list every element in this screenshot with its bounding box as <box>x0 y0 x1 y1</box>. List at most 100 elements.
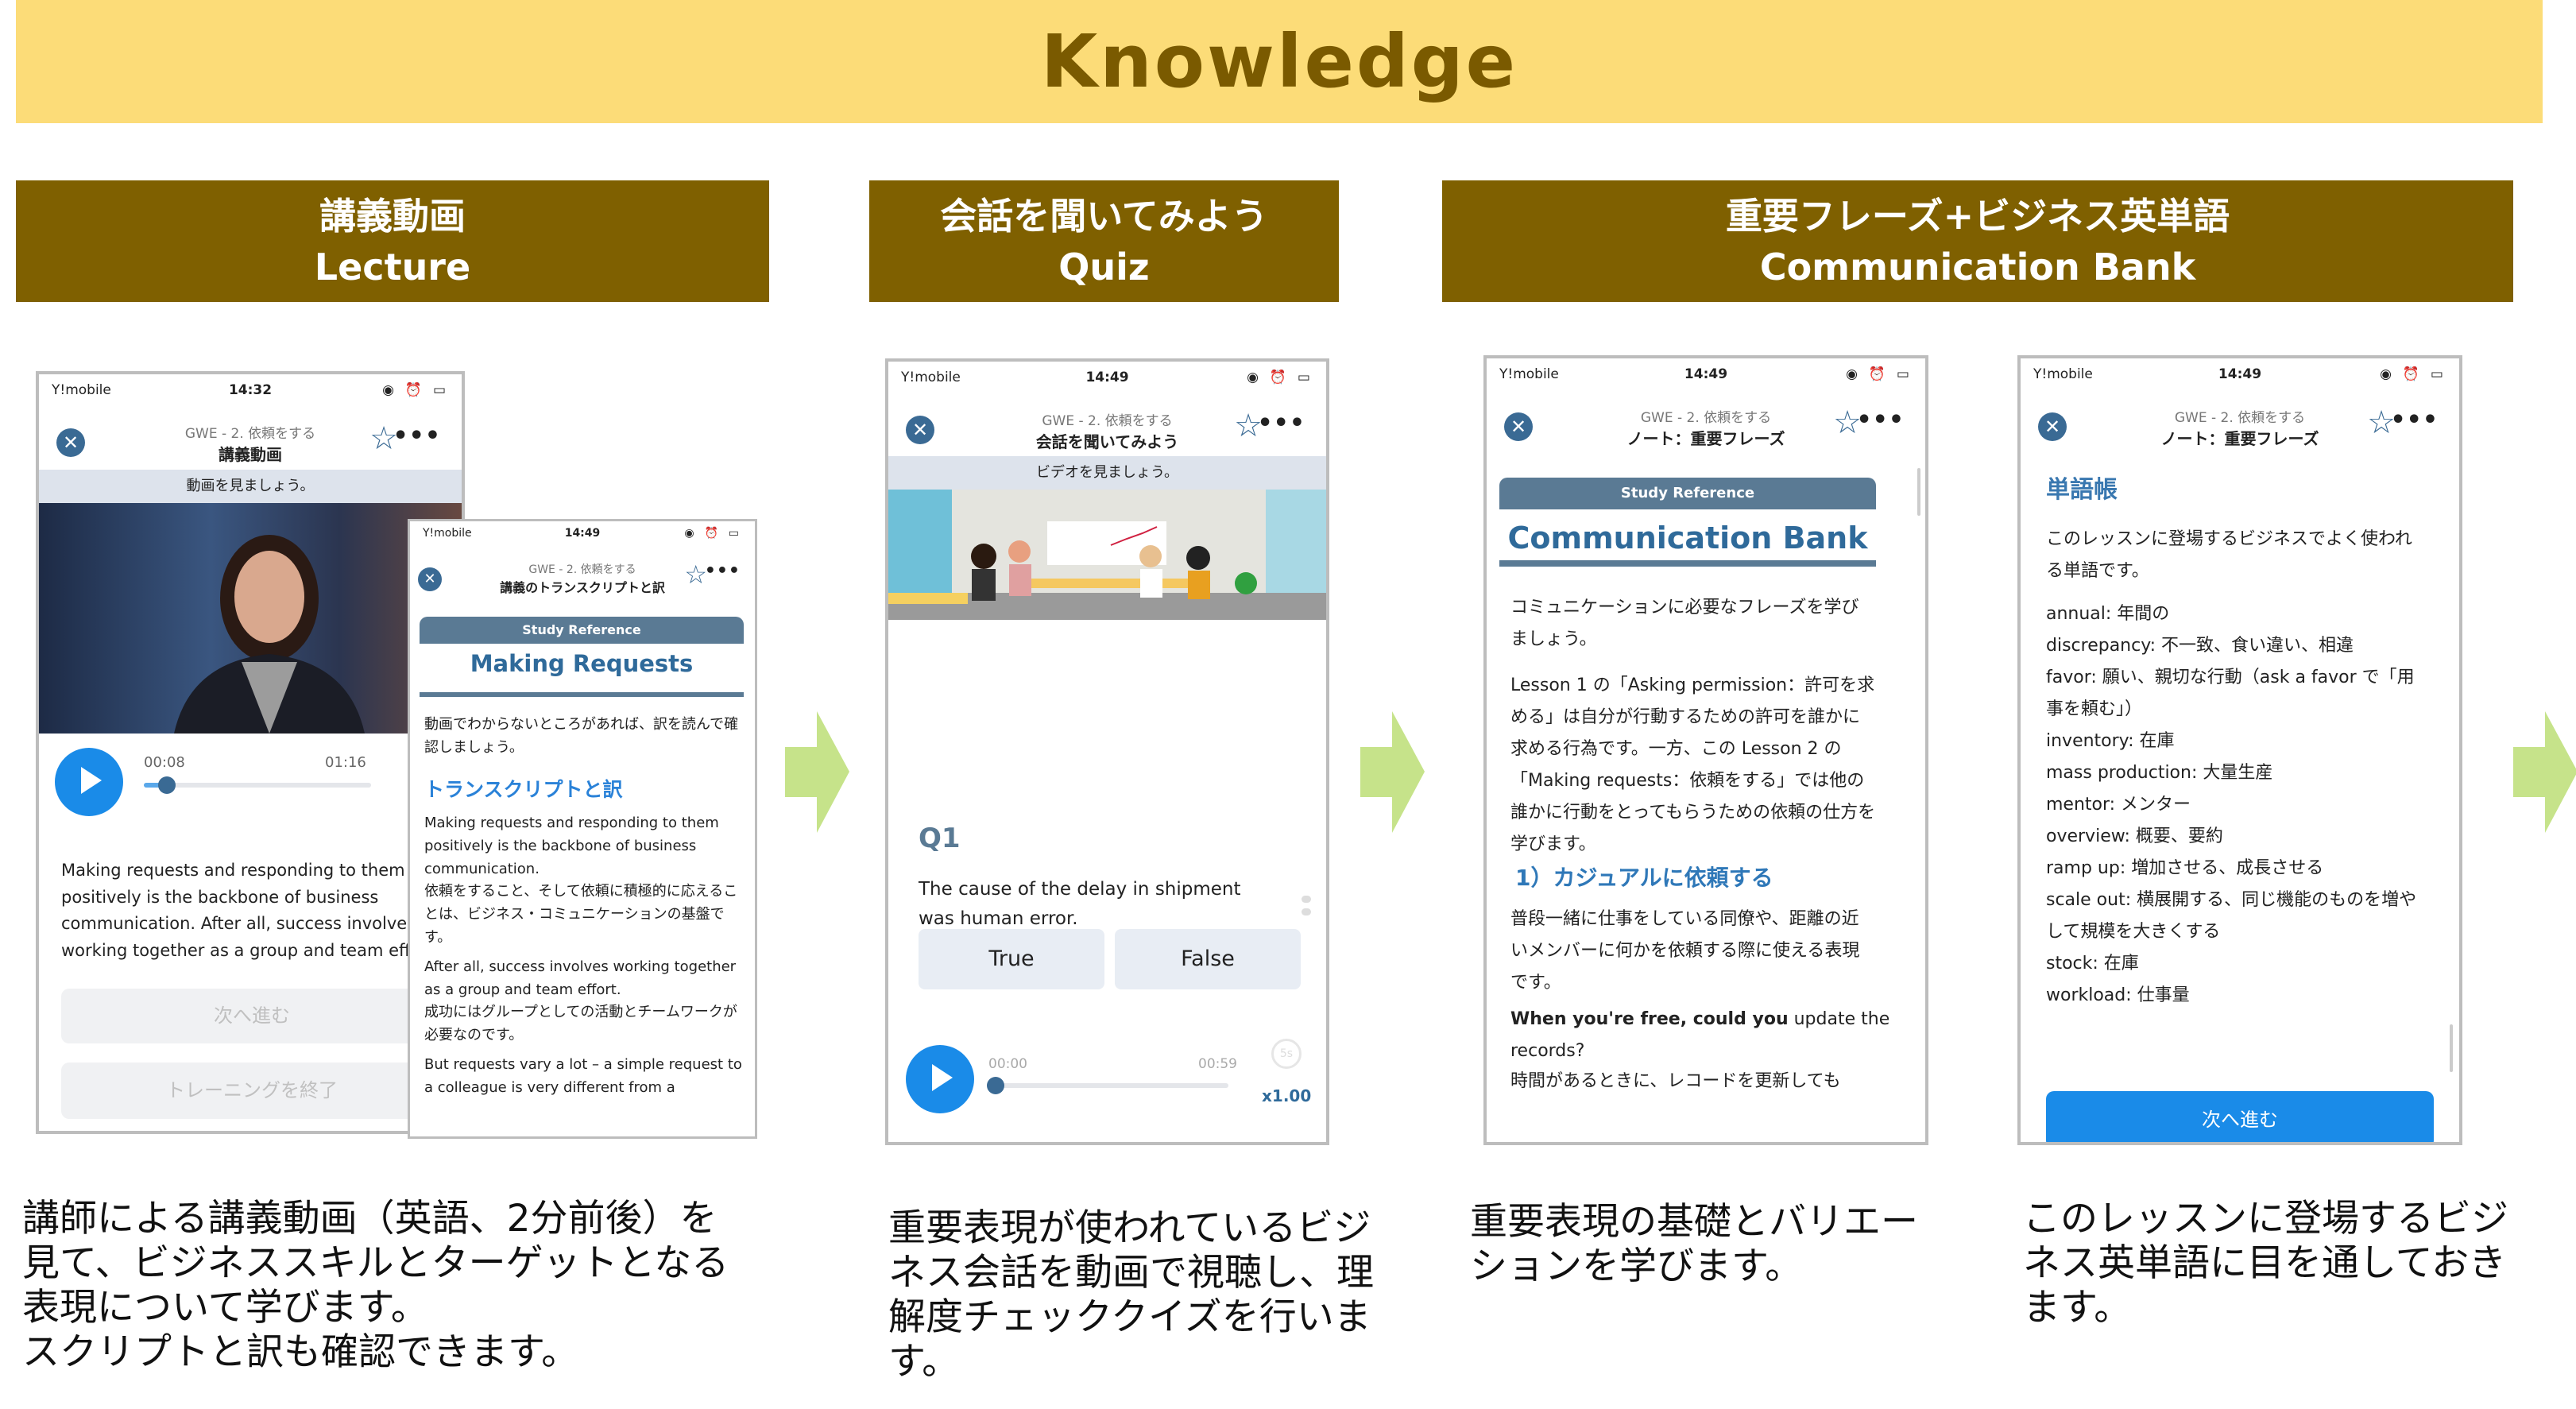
duration: 01:16 <box>325 754 366 771</box>
more-icon[interactable]: ••• <box>705 561 741 581</box>
scrollbar[interactable] <box>2450 1024 2453 1072</box>
play-button[interactable] <box>906 1045 974 1113</box>
example-translation: 時間があるときに、レコードを更新しても <box>1510 1071 1841 1091</box>
arrow-right-icon <box>1360 711 1425 833</box>
star-icon[interactable]: ☆ <box>684 559 707 590</box>
section-en: Communication Bank <box>1759 245 2196 288</box>
true-button[interactable]: True <box>919 929 1104 989</box>
caption-quiz: 重要表現が使われているビジネス会話を動画で視聴し、理解度チェッククイズを行います… <box>888 1206 1374 1384</box>
section-en: Lecture <box>314 245 471 288</box>
question-label: Q1 <box>919 823 961 854</box>
carrier: Y!mobile <box>2033 366 2093 382</box>
clock: 14:49 <box>2218 366 2262 382</box>
status-bar: Y!mobile 14:49 ◉ ⏰ ▭ <box>888 362 1326 393</box>
seek-handle[interactable] <box>157 776 176 794</box>
vocab-item: ramp up: 増加させる、成長させる <box>2046 858 2324 878</box>
vocab-item: scale out: 横展開する、同じ機能のものを増やして規模を大きくする <box>2046 890 2417 942</box>
nav-header: ✕ GWE - 2. 依頼をする ノート：重要フレーズ ☆ ••• <box>2021 398 2459 454</box>
caption-commbank: 重要表現の基礎とバリエーションを学びます。 <box>1470 1200 1918 1288</box>
finish-training-button[interactable]: トレーニングを終了 <box>61 1063 443 1119</box>
more-icon[interactable]: ••• <box>2390 406 2439 434</box>
status-bar: Y!mobile 14:49 ◉ ⏰ ▭ <box>1487 358 1925 390</box>
paragraph-en: Making requests and responding to them p… <box>424 815 719 877</box>
key-phrase: When you're free, could you <box>1510 1009 1789 1029</box>
vocabulary-heading: 単語帳 <box>2046 476 2118 504</box>
vocab-item: favor: 願い、親切な行動（ask a favor で「用事を頼む」） <box>2046 668 2415 719</box>
speed-label[interactable]: x1.00 <box>1262 1086 1311 1105</box>
seek-bar[interactable] <box>990 1083 1228 1088</box>
scroll-dot <box>1302 908 1311 915</box>
status-bar: Y!mobile 14:32 ◉ ⏰ ▭ <box>39 374 462 406</box>
clock: 14:49 <box>1684 366 1728 382</box>
title-banner: Knowledge <box>16 0 2543 123</box>
status-bar: Y!mobile 14:49 ◉ ⏰ ▭ <box>410 521 755 545</box>
word-list: annual: 年間の discrepancy: 不一致、食い違い、相違 favor… <box>2046 598 2427 1012</box>
section-header-quiz: 会話を聞いてみよう Quiz <box>869 180 1339 302</box>
vocab-item: discrepancy: 不一致、食い違い、相違 <box>2046 636 2354 656</box>
nav-header: ✕ GWE - 2. 依頼をする 講義のトランスクリプトと訳 ☆ ••• <box>410 553 755 609</box>
question-text: The cause of the delay in shipment was h… <box>919 879 1241 929</box>
presenter-image <box>174 535 365 734</box>
more-icon[interactable]: ••• <box>1257 409 1305 437</box>
next-button[interactable]: 次へ進む <box>61 989 443 1043</box>
divider <box>1499 560 1876 567</box>
false-button[interactable]: False <box>1115 929 1301 989</box>
study-reference-label: Study Reference <box>420 617 744 644</box>
lecture-video[interactable] <box>39 503 462 734</box>
casual-request-text: 普段一緒に仕事をしている同僚や、距離の近いメンバーに何かを依頼する際に使える表現… <box>1510 909 1860 993</box>
lesson-explanation: Lesson 1 の「Asking permission：許可を求める」は自分が… <box>1510 675 1876 854</box>
current-time: 00:08 <box>144 754 185 771</box>
next-button[interactable]: 次へ進む <box>2046 1091 2434 1142</box>
arrow-right-icon <box>2513 711 2576 833</box>
vocabulary-phone: Y!mobile 14:49 ◉ ⏰ ▭ ✕ GWE - 2. 依頼をする ノート：重… <box>2017 355 2462 1145</box>
vocabulary-intro: このレッスンに登場するビジネスでよく使われる単語です。 <box>2046 529 2412 581</box>
lecture-text: Making requests and responding to them p… <box>61 861 421 960</box>
play-button[interactable] <box>55 748 123 816</box>
seek-bar[interactable] <box>144 783 371 788</box>
reference-title: Making Requests <box>470 650 694 677</box>
instruction-band: ビデオを見ましょう。 <box>888 456 1326 490</box>
paragraph-en: But requests vary a lot – a simple reque… <box>424 1055 742 1096</box>
quiz-phone: Y!mobile 14:49 ◉ ⏰ ▭ ✕ GWE - 2. 依頼をする 会話を聞い… <box>885 358 1329 1145</box>
caption-vocab: このレッスンに登場するビジネス英単語に目を通しておきます。 <box>2023 1197 2508 1330</box>
status-icons: ◉ ⏰ ▭ <box>684 527 742 540</box>
clock: 14:32 <box>228 382 273 398</box>
clock: 14:49 <box>1085 370 1129 385</box>
more-icon[interactable]: ••• <box>1856 406 1905 434</box>
vocab-item: workload: 仕事量 <box>2046 985 2190 1005</box>
section-header-commbank: 重要フレーズ+ビジネス英単語 Communication Bank <box>1442 180 2513 302</box>
carrier: Y!mobile <box>1499 366 1559 382</box>
vocab-item: overview: 概要、要約 <box>2046 826 2223 846</box>
commbank-phone: Y!mobile 14:49 ◉ ⏰ ▭ ✕ GWE - 2. 依頼をする ノート：重… <box>1483 355 1928 1145</box>
seek-handle[interactable] <box>987 1077 1004 1094</box>
banner-title: Knowledge <box>1040 19 1518 104</box>
paragraph-jp: 依頼をすること、そして依頼に積極的に応えることは、ビジネス・コミュニケーションの… <box>424 883 738 946</box>
paragraph-jp: 成功にはグループとしての活動とチームワークが必要なのです。 <box>424 1004 737 1044</box>
more-icon[interactable]: ••• <box>393 422 441 450</box>
scrollbar[interactable] <box>1917 468 1920 516</box>
divider <box>420 692 744 697</box>
vocab-item: stock: 在庫 <box>2046 954 2139 974</box>
casual-request-heading: 1）カジュアルに依頼する <box>1515 865 1773 891</box>
status-bar: Y!mobile 14:49 ◉ ⏰ ▭ <box>2021 358 2459 390</box>
conversation-video[interactable] <box>888 490 1326 620</box>
carrier: Y!mobile <box>901 370 961 385</box>
caption-lecture: 講師による講義動画（英語、2分前後）を見て、ビジネススキルとターゲットとなる表現… <box>22 1197 729 1374</box>
status-icons: ◉ ⏰ ▭ <box>382 382 450 398</box>
transcript-body: Making requests and responding to them p… <box>424 812 746 1100</box>
intro-text: 動画でわからないところがあれば、訳を読んで確認しましょう。 <box>424 716 739 756</box>
replay-5s-icon[interactable]: 5s <box>1271 1039 1302 1069</box>
status-icons: ◉ ⏰ ▭ <box>1846 366 1913 382</box>
scroll-dot <box>1302 896 1311 903</box>
study-reference-label: Study Reference <box>1499 478 1876 509</box>
instruction-band: 動画を見ましょう。 <box>39 470 462 503</box>
current-time: 00:00 <box>988 1056 1027 1072</box>
nav-header: ✕ GWE - 2. 依頼をする 講義動画 ☆ ••• <box>39 414 462 470</box>
vocab-item: mentor: メンター <box>2046 795 2191 815</box>
paragraph-en: After all, success involves working toge… <box>424 958 737 998</box>
lecture-phone: Y!mobile 14:32 ◉ ⏰ ▭ ✕ GWE - 2. 依頼をする 講義動画 … <box>36 371 465 1134</box>
vocab-item: annual: 年間の <box>2046 604 2170 624</box>
reference-title: Communication Bank <box>1507 521 1868 555</box>
status-icons: ◉ ⏰ ▭ <box>2380 366 2446 382</box>
duration: 00:59 <box>1198 1056 1237 1072</box>
